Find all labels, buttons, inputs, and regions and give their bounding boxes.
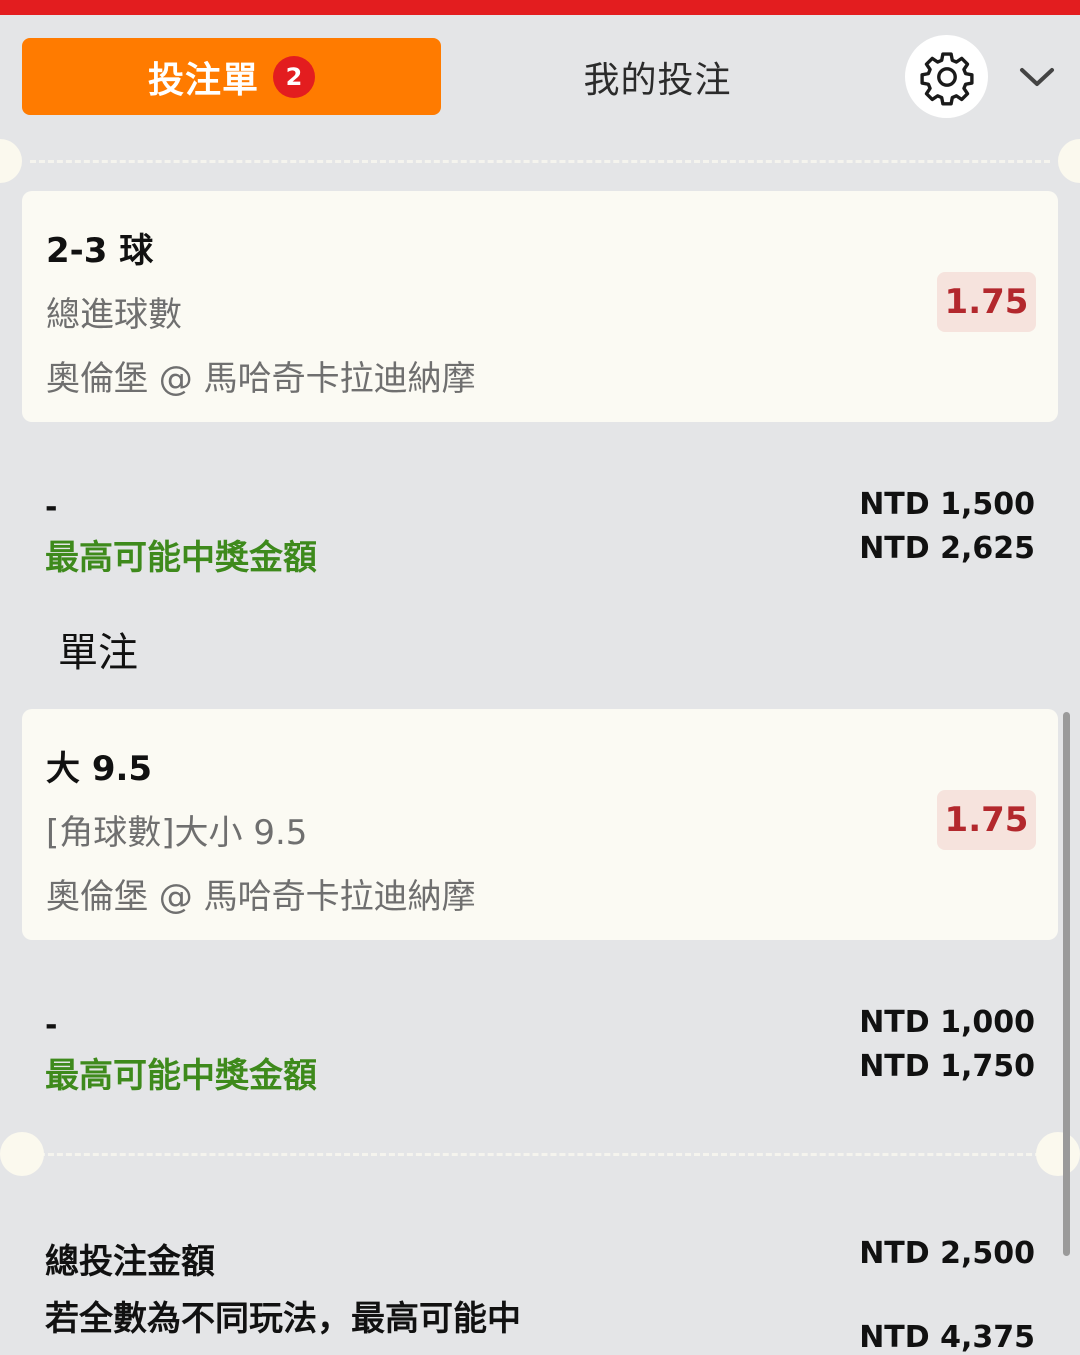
stake-amount[interactable]: NTD 1,500 <box>859 487 1035 522</box>
settings-button[interactable] <box>905 35 988 118</box>
market-name: 總進球數 <box>46 295 182 335</box>
betslip-count-badge: 2 <box>273 55 315 98</box>
ticket-divider <box>0 1132 1080 1176</box>
stake-placeholder[interactable]: - <box>45 1008 57 1043</box>
collapse-button[interactable] <box>1014 58 1060 98</box>
bet-card: 2-3 球 總進球數 奧倫堡 @ 馬哈奇卡拉迪納摩 1.75 <box>22 191 1058 422</box>
chevron-down-icon <box>1020 68 1054 86</box>
total-max-win-label: 若全數為不同玩法，最高可能中 <box>45 1299 521 1339</box>
gear-icon <box>919 51 974 106</box>
selection-name: 2-3 球 <box>46 231 154 271</box>
odds-badge[interactable]: 1.75 <box>937 272 1036 332</box>
section-title-single: 單注 <box>58 630 138 676</box>
total-stake-amount: NTD 2,500 <box>859 1236 1035 1271</box>
max-win-label: 最高可能中獎金額 <box>45 538 317 578</box>
stake-placeholder[interactable]: - <box>45 490 57 525</box>
max-win-amount: NTD 1,750 <box>859 1049 1035 1084</box>
max-win-amount: NTD 2,625 <box>859 531 1035 566</box>
ticket-divider <box>0 139 1080 183</box>
max-win-label: 最高可能中獎金額 <box>45 1056 317 1096</box>
tab-betslip[interactable]: 投注單 2 <box>22 38 441 115</box>
top-accent-bar <box>0 0 1080 15</box>
stake-amount[interactable]: NTD 1,000 <box>859 1005 1035 1040</box>
scrollbar[interactable] <box>1063 712 1070 1256</box>
odds-badge[interactable]: 1.75 <box>937 790 1036 850</box>
market-name: [角球數]大小 9.5 <box>46 813 308 853</box>
tab-betslip-label: 投注單 <box>147 59 259 101</box>
selection-name: 大 9.5 <box>46 749 153 789</box>
total-stake-label: 總投注金額 <box>45 1242 215 1282</box>
bet-card: 大 9.5 [角球數]大小 9.5 奧倫堡 @ 馬哈奇卡拉迪納摩 1.75 <box>22 709 1058 940</box>
tab-my-bets[interactable]: 我的投注 <box>500 38 815 115</box>
event-name: 奧倫堡 @ 馬哈奇卡拉迪納摩 <box>46 359 476 399</box>
event-name: 奧倫堡 @ 馬哈奇卡拉迪納摩 <box>46 877 476 917</box>
